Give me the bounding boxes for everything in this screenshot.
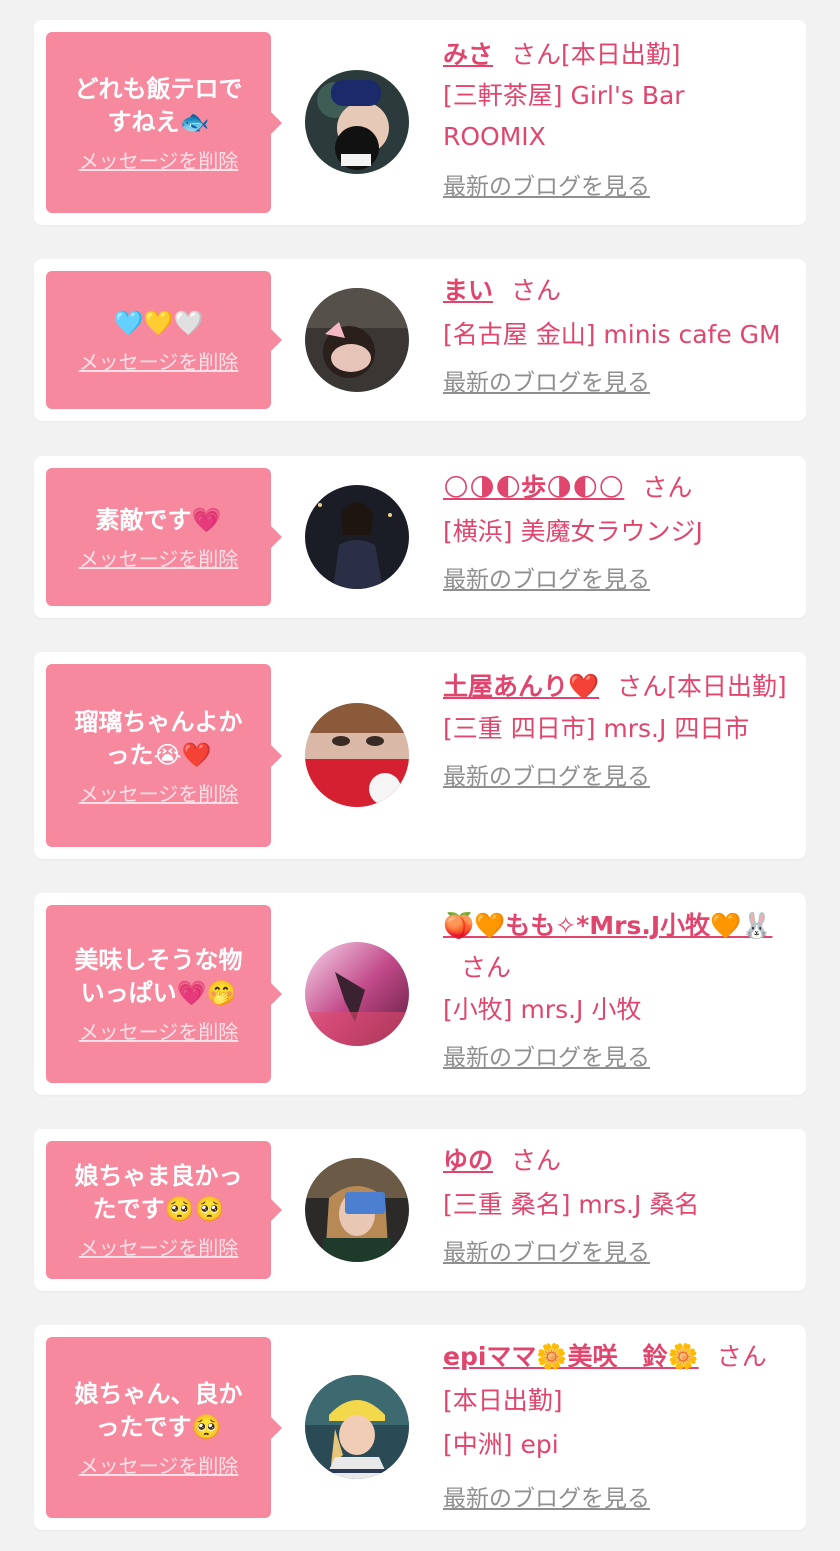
san-label: さん [511, 276, 562, 305]
delete-message-link[interactable]: メッセージを削除 [79, 1236, 239, 1260]
message-text: どれも飯テロですねえ🐟 [74, 74, 243, 136]
message-card: 美味しそうな物いっぱい💗🤭 メッセージを削除 🍑🧡もも✧*Mrs.J小牧🧡🐰 さん… [34, 893, 806, 1095]
message-card: 瑠璃ちゃんよかった😭❤️ メッセージを削除 土屋あんり❤️ さん[本日出勤] [三… [34, 652, 806, 859]
cast-name-link[interactable]: 🌕🌗🌓歩🌗🌓🌕 [443, 473, 624, 502]
message-bubble: どれも飯テロですねえ🐟 メッセージを削除 [46, 32, 282, 213]
delete-message-link[interactable]: メッセージを削除 [79, 350, 239, 374]
message-card: どれも飯テロですねえ🐟 メッセージを削除 みさ さん[本日出勤] [三軒茶屋] G… [34, 20, 806, 225]
san-label: さん [461, 953, 512, 982]
san-label: さん [511, 40, 562, 69]
delete-message-link[interactable]: メッセージを削除 [79, 547, 239, 571]
delete-message-link[interactable]: メッセージを削除 [79, 782, 239, 806]
avatar[interactable] [305, 288, 409, 392]
avatar[interactable] [305, 942, 409, 1046]
message-card: 娘ちゃん、良かったです🥺 メッセージを削除 epiママ🌼美咲 鈴🌼 さん [本日出勤… [34, 1325, 806, 1530]
message-bubble: 瑠璃ちゃんよかった😭❤️ メッセージを削除 [46, 664, 282, 847]
shop-label: [小牧] mrs.J 小牧 [443, 995, 642, 1024]
san-label: さん [511, 1146, 562, 1175]
message-bubble: 素敵です💗 メッセージを削除 [46, 468, 282, 606]
shop-label: [三軒茶屋] Girl's Bar ROOMIX [443, 81, 685, 151]
avatar[interactable] [305, 1158, 409, 1262]
message-text: 🩵💛🤍 [113, 308, 204, 337]
avatar[interactable] [305, 703, 409, 807]
info: みさ さん[本日出勤] [三軒茶屋] Girl's Bar ROOMIX 最新のブ… [443, 34, 792, 208]
info: 🌕🌗🌓歩🌗🌓🌕 さん [横浜] 美魔女ラウンジJ 最新のブログを見る [443, 466, 792, 602]
message-text: 娘ちゃま良かったです🥺🥺 [74, 1162, 243, 1223]
message-bubble: 🩵💛🤍 メッセージを削除 [46, 271, 282, 409]
message-bubble: 娘ちゃま良かったです🥺🥺 メッセージを削除 [46, 1141, 282, 1279]
shop-label: [中洲] epi [443, 1430, 559, 1459]
message-bubble: 娘ちゃん、良かったです🥺 メッセージを削除 [46, 1337, 282, 1518]
info: ゆの さん [三重 桑名] mrs.J 桑名 最新のブログを見る [443, 1139, 792, 1275]
blog-link[interactable]: 最新のブログを見る [443, 558, 792, 602]
status-label: [本日出勤] [667, 672, 787, 701]
shop-label: [名古屋 金山] minis cafe GM [443, 320, 781, 349]
blog-link[interactable]: 最新のブログを見る [443, 756, 792, 798]
shop-label: [三重 桑名] mrs.J 桑名 [443, 1190, 700, 1219]
san-label: さん [642, 473, 693, 502]
message-text: 瑠璃ちゃんよかった😭❤️ [74, 707, 243, 769]
info: epiママ🌼美咲 鈴🌼 さん [本日出勤] [中洲] epi 最新のブログを見る [443, 1335, 792, 1521]
message-bubble: 美味しそうな物いっぱい💗🤭 メッセージを削除 [46, 905, 282, 1083]
avatar[interactable] [305, 485, 409, 589]
blog-link[interactable]: 最新のブログを見る [443, 167, 792, 208]
cast-name-link[interactable]: epiママ🌼美咲 鈴🌼 [443, 1342, 699, 1371]
blog-link[interactable]: 最新のブログを見る [443, 1231, 792, 1275]
delete-message-link[interactable]: メッセージを削除 [79, 149, 239, 173]
avatar[interactable] [305, 70, 409, 174]
info: 🍑🧡もも✧*Mrs.J小牧🧡🐰 さん [小牧] mrs.J 小牧 最新のブログを見… [443, 905, 792, 1079]
message-text: 美味しそうな物いっぱい💗🤭 [74, 946, 243, 1007]
cast-name-link[interactable]: ゆの [443, 1146, 493, 1175]
blog-link[interactable]: 最新のブログを見る [443, 361, 792, 405]
status-label: [本日出勤] [443, 1386, 563, 1415]
message-text: 素敵です💗 [95, 505, 222, 534]
blog-link[interactable]: 最新のブログを見る [443, 1037, 792, 1079]
message-text: 娘ちゃん、良かったです🥺 [74, 1379, 243, 1441]
shop-label: [三重 四日市] mrs.J 四日市 [443, 714, 750, 743]
cast-name-link[interactable]: 土屋あんり❤️ [443, 672, 599, 701]
blog-link[interactable]: 最新のブログを見る [443, 1477, 792, 1521]
cast-name-link[interactable]: まい [443, 276, 493, 305]
message-card: 娘ちゃま良かったです🥺🥺 メッセージを削除 ゆの さん [三重 桑名] mrs.J… [34, 1129, 806, 1291]
avatar[interactable] [305, 1375, 409, 1479]
san-label: さん [716, 1342, 767, 1371]
cast-name-link[interactable]: 🍑🧡もも✧*Mrs.J小牧🧡🐰 [443, 911, 772, 940]
message-card: 🩵💛🤍 メッセージを削除 まい さん [名古屋 金山] minis cafe GM… [34, 259, 806, 421]
san-label: さん [617, 672, 668, 701]
shop-label: [横浜] 美魔女ラウンジJ [443, 517, 703, 546]
cast-name-link[interactable]: みさ [443, 40, 493, 69]
info: 土屋あんり❤️ さん[本日出勤] [三重 四日市] mrs.J 四日市 最新のブロ… [443, 666, 792, 798]
delete-message-link[interactable]: メッセージを削除 [79, 1454, 239, 1478]
status-label: [本日出勤] [561, 40, 681, 69]
info: まい さん [名古屋 金山] minis cafe GM 最新のブログを見る [443, 269, 792, 405]
message-card: 素敵です💗 メッセージを削除 🌕🌗🌓歩🌗🌓🌕 さん [横浜] 美魔女ラウンジJ 最… [34, 456, 806, 618]
delete-message-link[interactable]: メッセージを削除 [79, 1020, 239, 1044]
